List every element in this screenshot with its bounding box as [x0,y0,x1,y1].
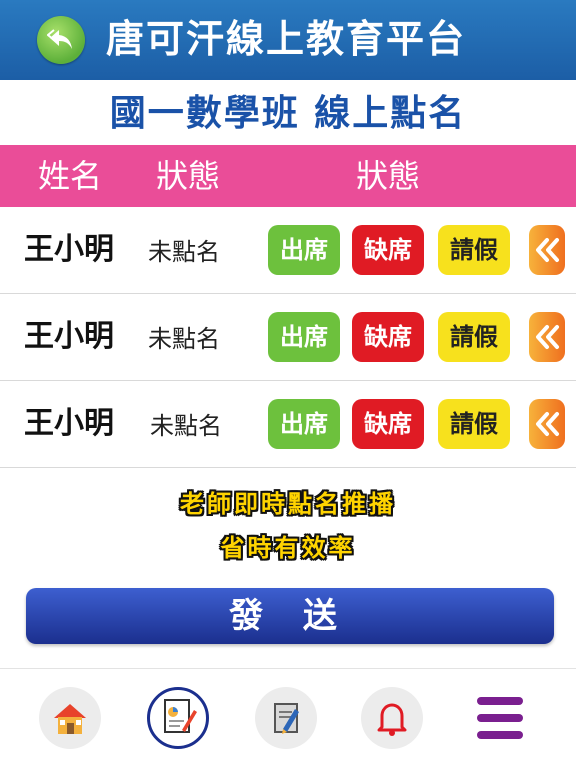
student-name: 王小明 [24,406,114,441]
send-button[interactable]: 發 送 [26,588,554,644]
nav-menu[interactable] [475,691,525,745]
table-row: 王小明 未點名 出席 缺席 請假 [0,207,576,294]
attendance-status: 未點名 [148,325,220,353]
present-button[interactable]: 出席 [268,225,340,275]
report-chart-icon [164,699,197,733]
home-icon [54,704,86,734]
page-title: 國一數學班 線上點名 [109,93,467,134]
double-chevron-left-icon [536,412,559,436]
edit-document-icon [274,703,299,734]
attendance-status: 未點名 [150,412,222,440]
attendance-status: 未點名 [148,238,220,266]
absent-button[interactable]: 缺席 [352,312,424,362]
present-button[interactable]: 出席 [268,399,340,449]
expand-button[interactable] [529,399,565,449]
promo-line-1: 老師即時點名推播 [180,490,396,518]
bottom-nav [0,668,576,769]
nav-home[interactable] [39,687,101,749]
column-header-actions: 狀態 [356,157,421,195]
leave-button[interactable]: 請假 [438,399,510,449]
back-button[interactable] [37,16,85,64]
table-header: 姓名 狀態 狀態 [0,145,576,207]
nav-report[interactable] [147,687,209,749]
absent-button[interactable]: 缺席 [352,399,424,449]
double-chevron-left-icon [536,325,559,349]
student-name: 王小明 [24,232,114,267]
nav-notifications[interactable] [361,687,423,749]
menu-icon [477,697,523,739]
promo-line-2: 省時有效率 [220,534,356,562]
absent-button[interactable]: 缺席 [352,225,424,275]
back-arrow-icon [47,29,72,49]
column-header-status: 狀態 [156,157,221,195]
top-bar: 唐可汗線上教育平台 [0,0,576,80]
bell-icon [377,703,407,736]
column-header-name: 姓名 [38,157,103,195]
nav-homework[interactable] [255,687,317,749]
table-row: 王小明 未點名 出席 缺席 請假 [0,381,576,468]
expand-button[interactable] [529,312,565,362]
app-title: 唐可汗線上教育平台 [106,17,467,61]
present-button[interactable]: 出席 [268,312,340,362]
double-chevron-left-icon [536,238,559,262]
leave-button[interactable]: 請假 [438,225,510,275]
table-row: 王小明 未點名 出席 缺席 請假 [0,294,576,381]
leave-button[interactable]: 請假 [438,312,510,362]
student-name: 王小明 [24,319,114,354]
expand-button[interactable] [529,225,565,275]
